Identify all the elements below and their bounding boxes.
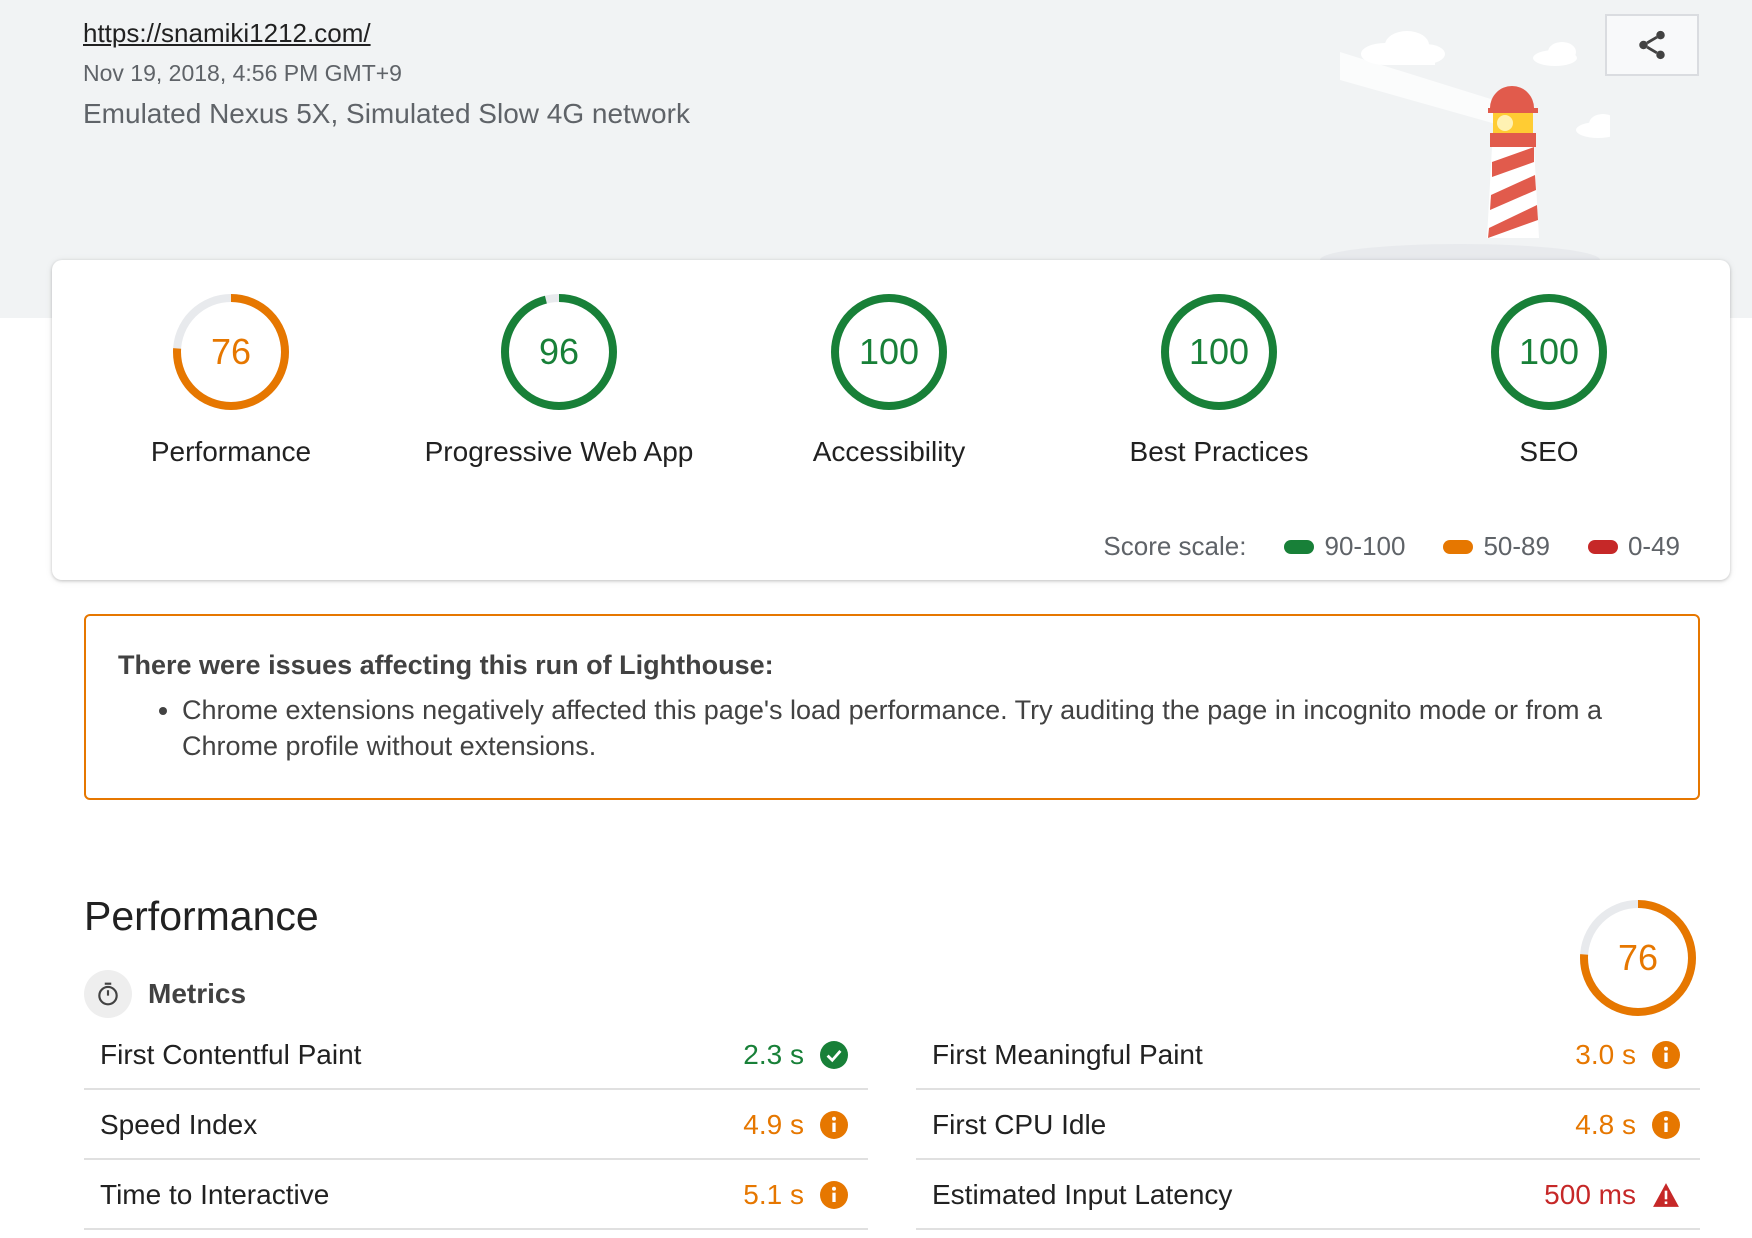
metric-name: Estimated Input Latency (932, 1179, 1233, 1210)
metric-name: First Contentful Paint (100, 1039, 362, 1070)
warning-item: Chrome extensions negatively affected th… (182, 692, 1658, 764)
metric-row[interactable]: First Contentful Paint 2.3 s (84, 1022, 868, 1090)
legend-fail: 0-49 (1587, 531, 1680, 562)
metric-name: Time to Interactive (100, 1179, 330, 1210)
metric-name: First CPU Idle (932, 1109, 1107, 1140)
fail-pill (1587, 539, 1618, 554)
metric-row[interactable]: Speed Index 4.9 s (84, 1092, 868, 1160)
gauge-score: 100 (1519, 331, 1579, 372)
legend-pass-label: 90-100 (1324, 531, 1406, 561)
gauge-score: 96 (539, 331, 579, 372)
warning-list: Chrome extensions negatively affected th… (118, 692, 1658, 764)
gauge-label: SEO (1519, 436, 1579, 467)
share-button[interactable] (1605, 14, 1699, 76)
legend-average: 50-89 (1443, 531, 1550, 562)
metric-name: First Meaningful Paint (932, 1039, 1203, 1070)
legend-pass: 90-100 (1284, 531, 1405, 562)
gauge-label: Best Practices (1129, 436, 1309, 467)
gauge-accessibility[interactable]: 100 Accessibility (729, 292, 1049, 468)
metric-value: 4.8 s (1575, 1109, 1636, 1140)
metric-value: 5.1 s (743, 1179, 804, 1210)
average-pill (1443, 539, 1474, 554)
emulation-environment: Emulated Nexus 5X, Simulated Slow 4G net… (83, 98, 690, 129)
gauge-pwa[interactable]: 96 Progressive Web App (399, 292, 719, 468)
gauge-score: 100 (859, 331, 919, 372)
metric-value: 3.0 s (1575, 1039, 1636, 1070)
run-warnings-box: There were issues affecting this run of … (84, 614, 1700, 800)
info-icon (1652, 1041, 1680, 1069)
metrics-header: Metrics (84, 970, 246, 1018)
score-summary-card: 76 Performance 96 Progressive Web App 10… (52, 260, 1730, 580)
info-icon (820, 1111, 848, 1139)
metrics-label: Metrics (148, 978, 247, 1009)
report-timestamp: Nov 19, 2018, 4:56 PM GMT+9 (83, 60, 402, 86)
legend-fail-label: 0-49 (1627, 531, 1680, 561)
lighthouse-illustration (1320, 31, 1610, 260)
stopwatch-icon (84, 970, 132, 1018)
metric-value: 2.3 s (743, 1039, 804, 1070)
gauge-label: Progressive Web App (424, 436, 694, 467)
metric-value: 4.9 s (743, 1109, 804, 1140)
gauge-score: 76 (211, 331, 251, 372)
metric-row[interactable]: First Meaningful Paint 3.0 s (916, 1022, 1700, 1090)
gauge-performance[interactable]: 76 Performance (71, 292, 391, 468)
report-url-link[interactable]: https://snamiki1212.com/ (83, 18, 371, 49)
info-icon (1652, 1111, 1680, 1139)
metric-row[interactable]: First CPU Idle 4.8 s (916, 1092, 1700, 1160)
performance-score: 76 (1618, 937, 1658, 978)
pass-pill (1284, 539, 1315, 554)
metric-name: Speed Index (100, 1109, 258, 1140)
gauge-score: 100 (1189, 331, 1249, 372)
gauge-label: Performance (150, 436, 312, 467)
metric-row[interactable]: Estimated Input Latency 500 ms (916, 1162, 1700, 1230)
gauge-label: Accessibility (812, 436, 966, 467)
legend-average-label: 50-89 (1483, 531, 1550, 561)
metric-row[interactable]: Time to Interactive 5.1 s (84, 1162, 868, 1230)
gauge-best-practices[interactable]: 100 Best Practices (1059, 292, 1379, 468)
warning-icon (1652, 1181, 1680, 1209)
performance-gauge: 76 (1578, 898, 1698, 1023)
score-scale-legend: Score scale: 90-100 50-89 0-49 (1103, 531, 1680, 562)
performance-section-title: Performance (84, 893, 319, 939)
check-circle-icon (820, 1041, 848, 1069)
gauge-seo[interactable]: 100 SEO (1389, 292, 1709, 468)
info-icon (820, 1181, 848, 1209)
share-icon (1639, 30, 1665, 60)
metric-value: 500 ms (1544, 1179, 1636, 1210)
warning-title: There were issues affecting this run of … (118, 650, 774, 680)
score-scale-label: Score scale: (1103, 531, 1247, 561)
